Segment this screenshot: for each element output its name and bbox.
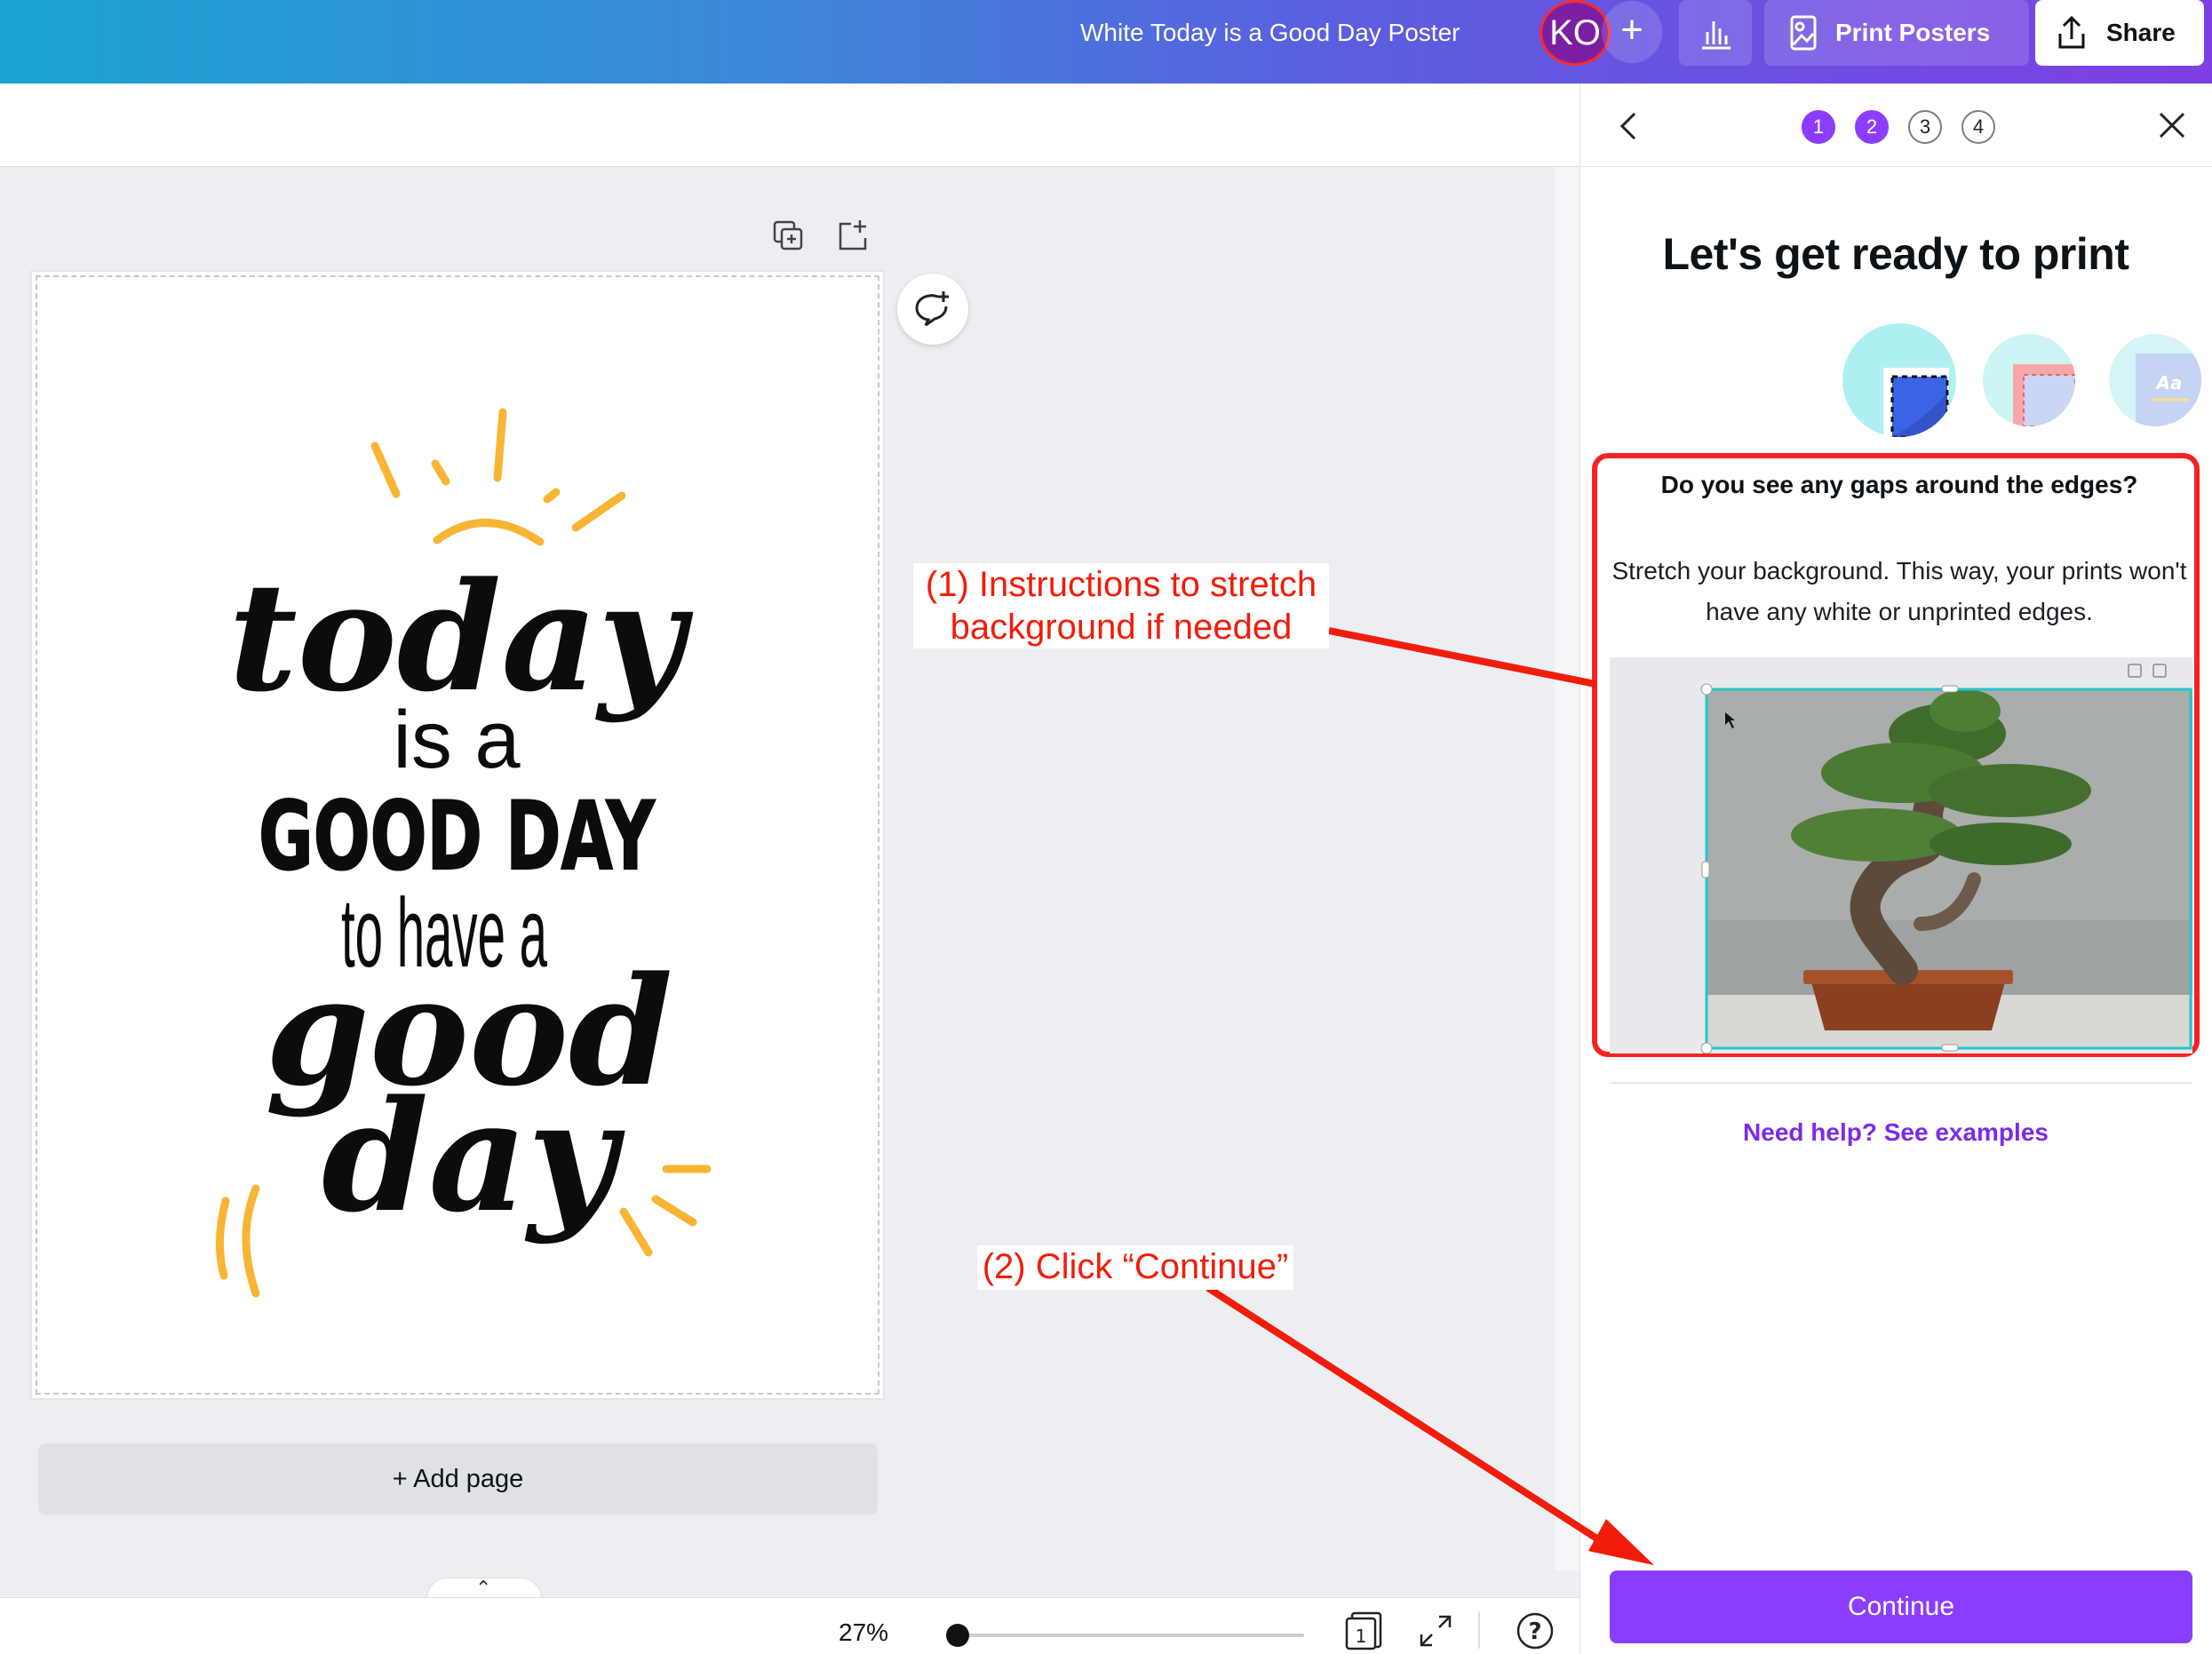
- step-2[interactable]: 2: [1855, 110, 1889, 144]
- top-bar: White Today is a Good Day Poster KO + Pr…: [0, 0, 2212, 83]
- back-chevron-icon[interactable]: [1615, 110, 1642, 142]
- annotation-click-continue: (2) Click “Continue”: [977, 1245, 1293, 1290]
- zoom-slider-handle[interactable]: [946, 1624, 969, 1647]
- sun-rays-top: [370, 408, 626, 546]
- poster-line-good-day: GOOD DAY: [259, 782, 656, 891]
- page-count: 1: [1356, 1626, 1367, 1647]
- poster-icon: [1790, 15, 1817, 51]
- continue-button[interactable]: Continue: [1610, 1571, 2192, 1643]
- fullscreen-icon[interactable]: [1418, 1613, 1453, 1649]
- print-posters-label: Print Posters: [1835, 19, 1991, 46]
- collapse-pages-tab[interactable]: ⌃: [426, 1577, 542, 1599]
- step-1[interactable]: 1: [1802, 110, 1835, 144]
- poster-artwork[interactable]: today is a GOOD DAY to have a good day: [32, 272, 883, 1398]
- insights-button[interactable]: [1679, 0, 1752, 66]
- zoom-slider-track[interactable]: [958, 1634, 1304, 1637]
- stretch-background-demo: [1610, 657, 2192, 1054]
- zoom-level[interactable]: 27%: [839, 1618, 888, 1647]
- text-sample-icon: Aa: [2155, 372, 2183, 394]
- annotation-line-2: background if needed: [950, 608, 1293, 647]
- add-collaborator-button[interactable]: +: [1602, 1, 1662, 63]
- gap-instructions: Stretch your background. This way, your …: [1611, 557, 2187, 625]
- share-label: Share: [2106, 19, 2176, 46]
- annotation-stretch-instructions: (1) Instructions to stretch background i…: [913, 563, 1329, 648]
- step-4[interactable]: 4: [1961, 110, 1995, 144]
- share-upload-icon: [2058, 15, 2085, 49]
- add-page-icon[interactable]: [835, 219, 871, 254]
- bleed-thumbnail[interactable]: [1842, 323, 1956, 437]
- panel-divider: [1610, 1082, 2192, 1084]
- help-button[interactable]: ?: [1516, 1611, 1555, 1650]
- text-check-thumbnail[interactable]: Aa: [2109, 334, 2201, 426]
- duplicate-page-icon[interactable]: [771, 219, 807, 254]
- bar-chart-icon: [1702, 21, 1731, 50]
- editor-toolbar: [0, 83, 1579, 167]
- bottom-divider: [1478, 1611, 1480, 1649]
- page-count-button[interactable]: 1: [1343, 1610, 1386, 1650]
- see-examples-link[interactable]: Need help? See examples: [1579, 1117, 2212, 1148]
- panel-title: Let's get ready to print: [1662, 229, 2129, 279]
- document-title[interactable]: White Today is a Good Day Poster: [1080, 18, 1460, 48]
- margins-thumbnail[interactable]: [1983, 334, 2075, 426]
- add-comment-button[interactable]: [897, 274, 968, 345]
- panel-header: [1579, 83, 2212, 167]
- annotation-line-1: (1) Instructions to stretch: [925, 565, 1317, 604]
- print-posters-button[interactable]: Print Posters: [1764, 0, 2029, 66]
- poster-line-day: day: [322, 1066, 625, 1246]
- close-icon[interactable]: [2157, 110, 2187, 140]
- share-button[interactable]: Share: [2035, 0, 2204, 66]
- comment-add-icon: [915, 291, 949, 327]
- user-avatar[interactable]: KO: [1540, 0, 1611, 66]
- add-page-button[interactable]: + Add page: [38, 1443, 878, 1515]
- step-3[interactable]: 3: [1908, 110, 1942, 144]
- gap-heading: Do you see any gaps around the edges?: [1660, 471, 2138, 498]
- help-icon: ?: [1528, 1618, 1541, 1645]
- poster-line-is-a: is a: [393, 695, 521, 785]
- canvas-scrollbar[interactable]: [1555, 167, 1579, 1571]
